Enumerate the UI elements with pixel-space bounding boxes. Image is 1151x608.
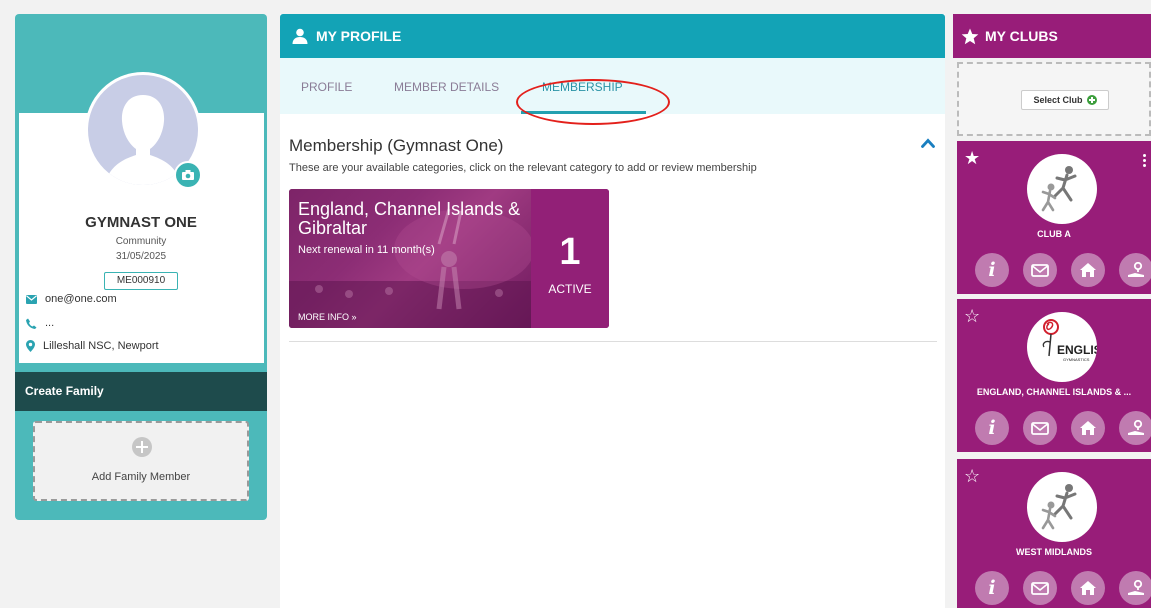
create-family-button[interactable]: Create Family (15, 372, 267, 411)
my-profile-header: MY PROFILE (280, 14, 945, 58)
club-card[interactable]: ★ CLUB A i (957, 141, 1151, 294)
info-icon[interactable]: i (975, 253, 1009, 287)
profile-name: GYMNAST ONE (85, 214, 197, 231)
star-icon (961, 28, 979, 44)
membership-count: 1 (559, 231, 581, 273)
envelope-icon[interactable] (1023, 253, 1057, 287)
member-id-badge: ME000910 (104, 272, 178, 290)
my-clubs-panel: MY CLUBS Select Club ★ CLUB A i ☆ ENGLI … (953, 14, 1151, 608)
club-name: WEST MIDLANDS (1016, 547, 1092, 557)
chevron-up-icon[interactable] (921, 138, 935, 148)
membership-renewal: Next renewal in 11 month(s) (298, 244, 435, 256)
club-name: CLUB A (1037, 229, 1071, 239)
email-text: one@one.com (45, 293, 117, 305)
divider (289, 341, 937, 342)
add-family-member-button[interactable]: Add Family Member (33, 421, 249, 501)
more-info-link[interactable]: MORE INFO » (298, 312, 357, 322)
club-card[interactable]: ☆ WEST MIDLANDS i (957, 459, 1151, 608)
map-person-icon[interactable] (1119, 253, 1151, 287)
star-outline-icon[interactable]: ☆ (964, 466, 980, 487)
membership-subtitle: These are your available categories, cli… (289, 162, 757, 174)
home-icon[interactable] (1071, 571, 1105, 605)
email-icon (26, 294, 37, 304)
annotation-circle (516, 79, 670, 125)
tab-profile[interactable]: PROFILE (301, 80, 352, 94)
profile-type: Community (115, 236, 167, 247)
svg-text:ENGLISH: ENGLISH (1057, 343, 1097, 357)
add-circle-icon (1086, 95, 1097, 105)
email-row: one@one.com (26, 293, 117, 305)
club-logo (1027, 154, 1097, 224)
select-club-area: Select Club (957, 62, 1151, 136)
club-card[interactable]: ☆ ENGLISH GYMNASTICS ENGLAND, CHANNEL IS… (957, 299, 1151, 452)
camera-icon[interactable] (174, 161, 202, 189)
location-pin-icon (26, 340, 35, 352)
phone-row: ... (26, 317, 54, 329)
map-person-icon[interactable] (1119, 571, 1151, 605)
more-menu-icon[interactable] (1143, 154, 1146, 168)
star-outline-icon[interactable]: ☆ (964, 306, 980, 327)
membership-card[interactable]: England, Channel Islands & Gibraltar Nex… (289, 189, 609, 328)
profile-panel: GYMNAST ONE Community 31/05/2025 ME00091… (15, 14, 267, 520)
map-person-icon[interactable] (1119, 411, 1151, 445)
phone-icon (26, 318, 37, 329)
double-chevron-right-icon: » (351, 312, 357, 322)
select-club-button[interactable]: Select Club (1021, 90, 1109, 110)
home-icon[interactable] (1071, 411, 1105, 445)
membership-status: ACTIVE (548, 282, 592, 296)
star-filled-icon[interactable]: ★ (964, 148, 980, 169)
membership-name: England, Channel Islands & Gibraltar (298, 199, 521, 238)
user-icon (292, 28, 308, 44)
info-icon[interactable]: i (975, 571, 1009, 605)
info-icon[interactable]: i (975, 411, 1009, 445)
location-row: Lilleshall NSC, Newport (26, 340, 159, 352)
home-icon[interactable] (1071, 253, 1105, 287)
location-text: Lilleshall NSC, Newport (43, 340, 159, 352)
membership-title: Membership (Gymnast One) (289, 136, 504, 155)
phone-text: ... (45, 317, 55, 329)
club-name: ENGLAND, CHANNEL ISLANDS & ... (976, 387, 1132, 397)
tab-member-details[interactable]: MEMBER DETAILS (394, 80, 499, 94)
add-family-member-label: Add Family Member (91, 471, 191, 483)
my-profile-panel: MY PROFILE PROFILE MEMBER DETAILS MEMBER… (280, 14, 945, 608)
my-profile-title: MY PROFILE (316, 28, 402, 44)
my-clubs-header: MY CLUBS (953, 14, 1151, 58)
club-logo: ENGLISH GYMNASTICS (1027, 312, 1097, 382)
profile-tabs: PROFILE MEMBER DETAILS MEMBERSHIP (280, 58, 945, 125)
envelope-icon[interactable] (1023, 571, 1057, 605)
club-logo (1027, 472, 1097, 542)
svg-text:GYMNASTICS: GYMNASTICS (1063, 357, 1090, 362)
envelope-icon[interactable] (1023, 411, 1057, 445)
plus-icon (132, 437, 152, 457)
profile-date: 31/05/2025 (115, 251, 167, 262)
my-clubs-title: MY CLUBS (985, 28, 1058, 44)
